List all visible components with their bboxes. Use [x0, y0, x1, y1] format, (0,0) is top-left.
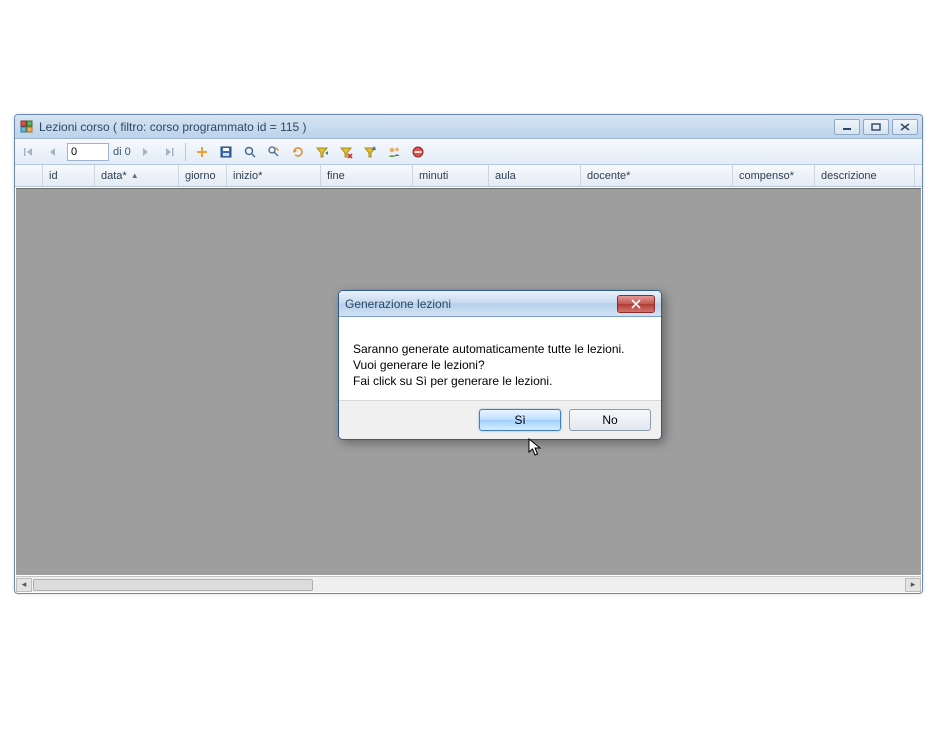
- dialog-title: Generazione lezioni: [345, 297, 617, 311]
- dialog-button-bar: Sì No: [339, 400, 661, 439]
- dialog-line-2: Vuoi generare le lezioni?: [353, 357, 647, 373]
- column-header-compenso[interactable]: compenso*: [733, 165, 815, 186]
- column-header-fine[interactable]: fine: [321, 165, 413, 186]
- window-title: Lezioni corso ( filtro: corso programmat…: [39, 120, 834, 134]
- column-header-aula[interactable]: aula: [489, 165, 581, 186]
- nav-first-button[interactable]: [19, 142, 39, 162]
- generate-button[interactable]: [360, 142, 380, 162]
- dialog-no-label: No: [602, 413, 617, 427]
- column-header-minuti[interactable]: minuti: [413, 165, 489, 186]
- search-button[interactable]: [240, 142, 260, 162]
- scroll-thumb[interactable]: [33, 579, 313, 591]
- column-header-id[interactable]: id: [43, 165, 95, 186]
- column-label: data*: [101, 170, 127, 182]
- column-label: docente*: [587, 170, 630, 182]
- dialog-line-1: Saranno generate automaticamente tutte l…: [353, 341, 647, 357]
- column-label: descrizione: [821, 170, 877, 182]
- navigator-toolbar: di 0: [15, 139, 922, 165]
- refresh-button[interactable]: [288, 142, 308, 162]
- minimize-button[interactable]: [834, 119, 860, 135]
- dialog-close-button[interactable]: [617, 295, 655, 313]
- grid-header: id data* ▲ giorno inizio* fine minuti aula docen…: [15, 165, 922, 187]
- column-header-inizio[interactable]: inizio*: [227, 165, 321, 186]
- window-titlebar: Lezioni corso ( filtro: corso programmat…: [15, 115, 922, 139]
- column-label: aula: [495, 170, 516, 182]
- column-header-descrizione[interactable]: descrizione: [815, 165, 915, 186]
- apply-filter-button[interactable]: [312, 142, 332, 162]
- column-label: fine: [327, 170, 345, 182]
- nav-count-label: di 0: [113, 146, 131, 158]
- column-header-giorno[interactable]: giorno: [179, 165, 227, 186]
- maximize-button[interactable]: [863, 119, 889, 135]
- add-button[interactable]: [192, 142, 212, 162]
- save-button[interactable]: [216, 142, 236, 162]
- column-label: giorno: [185, 170, 216, 182]
- dialog-body: Saranno generate automaticamente tutte l…: [339, 317, 661, 400]
- nav-last-button[interactable]: [159, 142, 179, 162]
- edit-button[interactable]: [264, 142, 284, 162]
- column-label: inizio*: [233, 170, 262, 182]
- dialog-line-3: Fai click su Sì per generare le lezioni.: [353, 373, 647, 389]
- scroll-left-button[interactable]: ◂: [16, 578, 32, 592]
- dialog-titlebar: Generazione lezioni: [339, 291, 661, 317]
- scroll-right-button[interactable]: ▸: [905, 578, 921, 592]
- app-icon: [19, 119, 35, 135]
- dialog-no-button[interactable]: No: [569, 409, 651, 431]
- window-controls: [834, 119, 918, 135]
- horizontal-scrollbar[interactable]: ◂ ▸: [16, 576, 921, 592]
- column-label: minuti: [419, 170, 448, 182]
- remove-filter-button[interactable]: [336, 142, 356, 162]
- column-header-docente[interactable]: docente*: [581, 165, 733, 186]
- close-button[interactable]: [892, 119, 918, 135]
- dialog-yes-label: Sì: [514, 413, 525, 427]
- column-label: compenso*: [739, 170, 794, 182]
- column-header-data[interactable]: data* ▲: [95, 165, 179, 186]
- dialog-yes-button[interactable]: Sì: [479, 409, 561, 431]
- column-header-selector[interactable]: [15, 165, 43, 186]
- users-button[interactable]: [384, 142, 404, 162]
- nav-next-button[interactable]: [135, 142, 155, 162]
- delete-button[interactable]: [408, 142, 428, 162]
- nav-position-input[interactable]: [67, 143, 109, 161]
- column-label: id: [49, 170, 58, 182]
- nav-prev-button[interactable]: [43, 142, 63, 162]
- confirm-dialog: Generazione lezioni Saranno generate aut…: [338, 290, 662, 440]
- separator: [185, 143, 186, 161]
- sort-asc-icon: ▲: [131, 171, 139, 180]
